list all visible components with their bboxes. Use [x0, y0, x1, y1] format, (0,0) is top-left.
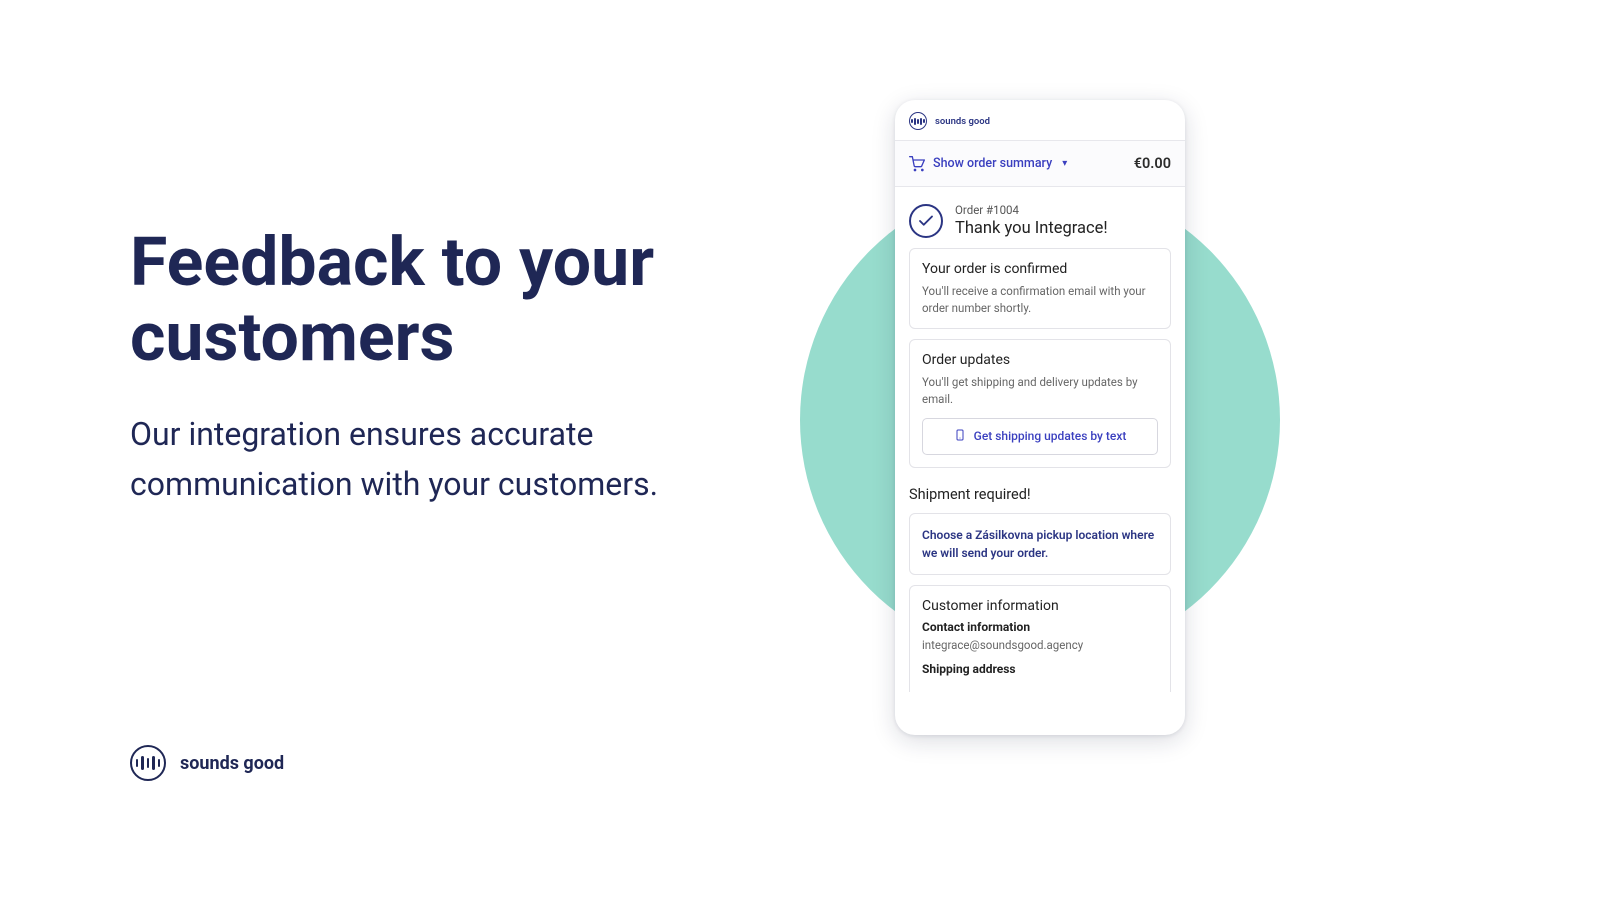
card-title: Order updates: [922, 352, 1158, 368]
customer-info-card: Customer information Contact information…: [909, 585, 1171, 692]
contact-info-label: Contact information: [922, 620, 1158, 634]
footer-brand-text: sounds good: [180, 753, 284, 774]
card-body: You'll get shipping and delivery updates…: [922, 374, 1158, 407]
card-body: You'll receive a confirmation email with…: [922, 283, 1158, 316]
order-confirmed-card: Your order is confirmed You'll receive a…: [909, 248, 1171, 329]
order-total: €0.00: [1134, 155, 1171, 172]
cart-icon: [909, 156, 925, 172]
soundsgood-logo-icon: [130, 745, 166, 781]
pickup-instruction: Choose a Zásilkovna pickup location wher…: [922, 526, 1158, 562]
button-label: Get shipping updates by text: [974, 429, 1127, 443]
thank-you-text: Thank you Integrace!: [955, 219, 1108, 238]
contact-email: integrace@soundsgood.agency: [922, 638, 1158, 652]
app-brand-text: sounds good: [935, 116, 990, 127]
phone-mockup: sounds good Show order summary ▾ €0.00: [895, 100, 1185, 735]
checkmark-icon: [909, 204, 943, 238]
marketing-slide: Feedback to your customers Our integrati…: [0, 0, 1600, 900]
order-number: Order #1004: [955, 203, 1108, 217]
phone-app-header: sounds good: [895, 100, 1185, 140]
card-title: Your order is confirmed: [922, 261, 1158, 277]
pickup-location-card[interactable]: Choose a Zásilkovna pickup location wher…: [909, 513, 1171, 575]
subheadline: Our integration ensures accurate communi…: [130, 410, 810, 509]
shipment-required-heading: Shipment required!: [909, 478, 1171, 513]
card-title: Customer information: [922, 598, 1158, 614]
headline: Feedback to your customers: [130, 225, 780, 375]
footer-brand: sounds good: [130, 745, 284, 781]
order-summary-toggle[interactable]: Show order summary ▾ €0.00: [895, 141, 1185, 187]
thank-you-header: Order #1004 Thank you Integrace!: [909, 197, 1171, 248]
phone-icon: [954, 429, 966, 444]
order-summary-label: Show order summary: [933, 156, 1052, 171]
get-text-updates-button[interactable]: Get shipping updates by text: [922, 418, 1158, 455]
soundsgood-logo-icon: [909, 112, 927, 130]
order-updates-card: Order updates You'll get shipping and de…: [909, 339, 1171, 467]
chevron-down-icon: ▾: [1062, 158, 1067, 169]
shipping-address-label: Shipping address: [922, 662, 1158, 676]
